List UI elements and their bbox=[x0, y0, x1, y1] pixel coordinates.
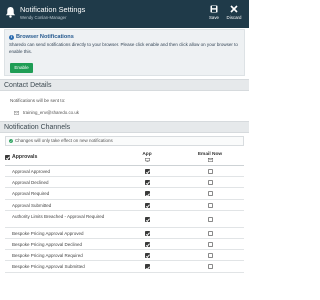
app-checkbox[interactable] bbox=[145, 253, 150, 259]
table-row: Approval Declined bbox=[5, 177, 244, 189]
discard-button[interactable]: Discard bbox=[225, 5, 243, 25]
approvals-group-header: Approvals bbox=[5, 154, 37, 160]
table-row: Bespoke Pricing Approval Required bbox=[5, 250, 244, 262]
email-checkbox[interactable] bbox=[208, 264, 213, 270]
info-icon: i bbox=[9, 34, 14, 40]
app-checkbox[interactable] bbox=[145, 180, 150, 186]
browser-notifications-alert: i Browser Notifications Sharedo can send… bbox=[4, 29, 245, 76]
email-address: training_env@sharedo.co.uk bbox=[23, 110, 79, 115]
table-row: Authority Limits Breached - Approval Req… bbox=[5, 211, 244, 228]
email-line: training_env@sharedo.co.uk bbox=[14, 110, 79, 115]
alert-text: Sharedo can send notifications directly … bbox=[9, 42, 238, 54]
discard-label: Discard bbox=[226, 15, 242, 20]
row-label: Approval Approved bbox=[12, 169, 51, 174]
check-circle-icon bbox=[9, 139, 13, 143]
app-checkbox[interactable] bbox=[145, 169, 150, 174]
email-column-header: Email Now bbox=[190, 152, 230, 162]
email-column-label: Email Now bbox=[197, 152, 223, 157]
row-label: Approval Submitted bbox=[12, 202, 52, 208]
row-label: Bespoke Pricing Approval Approved bbox=[12, 230, 84, 236]
close-icon bbox=[230, 5, 238, 13]
email-checkbox[interactable] bbox=[208, 180, 213, 186]
page-subtitle: Wendy Conlan-Manager bbox=[20, 15, 67, 20]
save-button[interactable]: Save bbox=[205, 5, 223, 25]
row-label: Bespoke Pricing Approval Required bbox=[12, 253, 83, 259]
save-label: Save bbox=[208, 15, 219, 20]
table-row: Approval Required bbox=[5, 188, 244, 200]
approvals-group-checkbox[interactable] bbox=[5, 154, 10, 160]
email-checkbox[interactable] bbox=[208, 253, 213, 259]
channels-table: Approvals App Email Now Approval Approve… bbox=[5, 149, 244, 273]
envelope-icon bbox=[14, 110, 19, 115]
app-checkbox[interactable] bbox=[145, 264, 150, 270]
email-checkbox[interactable] bbox=[208, 202, 213, 208]
enable-button[interactable]: Enable bbox=[10, 63, 33, 73]
table-row: Approval Approved bbox=[5, 166, 244, 178]
save-icon bbox=[210, 5, 218, 13]
notification-channels-heading: Notification Channels bbox=[0, 121, 249, 133]
email-checkbox[interactable] bbox=[208, 216, 213, 222]
changes-note: Changes will only take effect on new not… bbox=[5, 136, 244, 146]
app-checkbox[interactable] bbox=[145, 202, 150, 208]
row-label: Bespoke Pricing Approval Submitted bbox=[12, 264, 85, 270]
email-checkbox[interactable] bbox=[208, 169, 213, 174]
table-row: Approval Submitted bbox=[5, 200, 244, 211]
table-row: Bespoke Pricing Approval Declined bbox=[5, 239, 244, 251]
email-checkbox[interactable] bbox=[208, 230, 213, 236]
table-row: Bespoke Pricing Approval Submitted bbox=[5, 261, 244, 273]
table-row: Bespoke Pricing Approval Approved bbox=[5, 228, 244, 239]
monitor-icon bbox=[144, 158, 150, 162]
row-label: Bespoke Pricing Approval Declined bbox=[12, 241, 83, 247]
app-header: Notification Settings Wendy Conlan-Manag… bbox=[0, 0, 249, 28]
email-checkbox[interactable] bbox=[208, 191, 213, 197]
app-checkbox[interactable] bbox=[145, 241, 150, 247]
contact-details-heading: Contact Details bbox=[0, 79, 249, 91]
app-column-label: App bbox=[142, 152, 152, 157]
row-label: Authority Limits Breached - Approval Req… bbox=[12, 213, 105, 219]
app-checkbox[interactable] bbox=[145, 191, 150, 197]
email-checkbox[interactable] bbox=[208, 241, 213, 247]
page-title: Notification Settings bbox=[20, 5, 86, 14]
alert-title: Browser Notifications bbox=[16, 34, 74, 40]
alert-title-row: i Browser Notifications bbox=[9, 34, 74, 40]
table-header: Approvals App Email Now bbox=[5, 149, 244, 166]
changes-note-text: Changes will only take effect on new not… bbox=[15, 138, 113, 143]
sent-to-label: Notifications will be sent to: bbox=[10, 98, 66, 103]
app-column-header: App bbox=[127, 152, 167, 162]
app-checkbox[interactable] bbox=[145, 216, 150, 222]
envelope-icon bbox=[207, 158, 213, 162]
row-label: Approval Required bbox=[12, 191, 50, 197]
row-label: Approval Declined bbox=[12, 180, 49, 186]
app-checkbox[interactable] bbox=[145, 230, 150, 236]
approvals-group-label: Approvals bbox=[12, 154, 38, 160]
bell-icon bbox=[5, 6, 16, 18]
